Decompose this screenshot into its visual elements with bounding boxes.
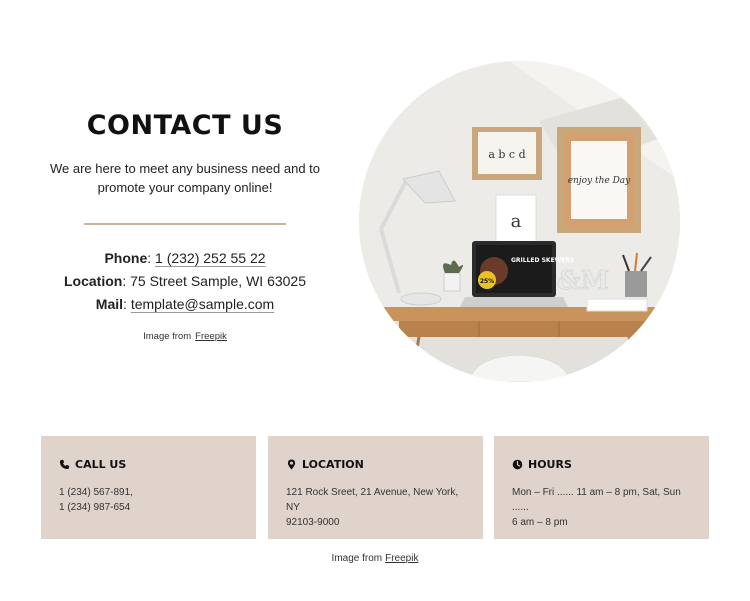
card-location-title: LOCATION — [302, 458, 364, 471]
footer-credit-text: Image from — [331, 553, 383, 564]
phone-icon — [59, 459, 70, 470]
office-desk-photo: a b c d enjoy the Day a 25% GRILLED SKEW… — [359, 61, 680, 382]
card-call-us-header: CALL US — [59, 458, 238, 471]
card-hours-body: Mon – Fri ...... 11 am – 8 pm, Sat, Sun … — [512, 485, 691, 530]
card-hours-line1: Mon – Fri ...... 11 am – 8 pm, Sat, Sun … — [512, 487, 681, 513]
mail-label: Mail — [95, 296, 124, 312]
laptop-text: GRILLED SKEWERS — [511, 257, 574, 264]
phone-row: Phone: 1 (232) 252 55 22 — [104, 250, 266, 266]
phone-label: Phone — [104, 250, 148, 266]
clock-icon — [512, 459, 523, 470]
desk-illustration: a b c d enjoy the Day a 25% GRILLED SKEW… — [359, 61, 680, 382]
footer-image-credit: Image from Freepik — [0, 553, 750, 564]
footer-freepik-link[interactable]: Freepik — [385, 553, 418, 564]
card-location: LOCATION 121 Rock Sreet, 21 Avenue, New … — [268, 436, 483, 539]
mail-link[interactable]: template@sample.com — [131, 296, 274, 312]
card-hours-line2: 6 am – 8 pm — [512, 517, 568, 528]
card-location-line2: 92103-9000 — [286, 517, 340, 528]
card-hours-title: HOURS — [528, 458, 572, 471]
intro-text: We are here to meet any business need an… — [49, 161, 321, 195]
card-location-body: 121 Rock Sreet, 21 Avenue, New York, NY … — [286, 485, 465, 530]
card-location-line1: 121 Rock Sreet, 21 Avenue, New York, NY — [286, 487, 459, 513]
info-cards: CALL US 1 (234) 567-891, 1 (234) 987-654… — [41, 436, 709, 539]
contact-list: Phone: 1 (232) 252 55 22 Location: 75 St… — [40, 247, 330, 316]
location-value: 75 Street Sample, WI 63025 — [130, 273, 306, 289]
contact-info-block: CONTACT US We are here to meet any busin… — [40, 110, 330, 342]
card-hours-header: HOURS — [512, 458, 691, 471]
desk-letters: &M — [557, 266, 609, 296]
card-call-us-body: 1 (234) 567-891, 1 (234) 987-654 — [59, 485, 238, 515]
card-hours: HOURS Mon – Fri ...... 11 am – 8 pm, Sat… — [494, 436, 709, 539]
card-call-us-line1: 1 (234) 567-891, — [59, 487, 133, 498]
contact-hero: CONTACT US We are here to meet any busin… — [0, 0, 750, 420]
location-label: Location — [64, 273, 123, 289]
frame-abcd-text: a b c d — [488, 148, 525, 161]
card-call-us-title: CALL US — [75, 458, 127, 471]
location-row: Location: 75 Street Sample, WI 63025 — [64, 273, 306, 289]
card-call-us-line2: 1 (234) 987-654 — [59, 502, 131, 513]
image-credit: Image from Freepik — [40, 331, 330, 342]
location-pin-icon — [287, 459, 296, 470]
page-title: CONTACT US — [86, 110, 284, 141]
mail-row: Mail: template@sample.com — [95, 296, 275, 312]
phone-link[interactable]: 1 (232) 252 55 22 — [155, 250, 266, 266]
credit-text: Image from — [143, 331, 192, 342]
divider — [84, 223, 286, 225]
frame-a-text: a — [511, 211, 522, 232]
laptop-badge: 25% — [480, 278, 494, 285]
frame-script-text: enjoy the Day — [568, 176, 631, 186]
card-call-us: CALL US 1 (234) 567-891, 1 (234) 987-654 — [41, 436, 256, 539]
card-location-header: LOCATION — [286, 458, 465, 471]
freepik-link[interactable]: Freepik — [195, 331, 227, 342]
